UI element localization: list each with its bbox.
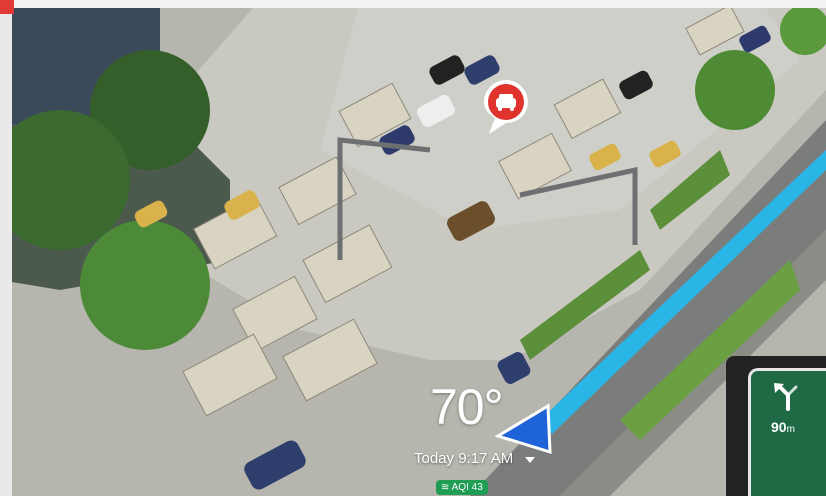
current-time: Today 9:17 AM xyxy=(414,450,514,467)
turn-left-arrow-icon xyxy=(774,383,798,411)
notification-tab[interactable] xyxy=(0,0,14,14)
tree xyxy=(695,50,775,130)
aqi-value: AQI 43 xyxy=(451,482,483,493)
aqi-icon: ≋ xyxy=(441,482,450,493)
tree xyxy=(80,220,210,350)
turn-distance: 90m xyxy=(771,419,795,435)
car-navigation-screen: 70° Today 9:17 AM ≋ AQI 43 90m xyxy=(0,0,826,496)
status-strip xyxy=(0,0,826,8)
distance-value: 90 xyxy=(771,419,787,435)
left-edge-panel xyxy=(0,8,12,496)
temperature-readout: 70° xyxy=(430,379,504,435)
map-3d-view[interactable] xyxy=(0,0,826,496)
traffic-alert-icon[interactable] xyxy=(481,78,531,136)
chevron-down-icon[interactable] xyxy=(525,456,536,463)
weather-time-row[interactable]: Today 9:17 AM xyxy=(414,450,536,467)
distance-unit: m xyxy=(786,424,795,435)
aqi-badge: ≋ AQI 43 xyxy=(436,480,488,495)
